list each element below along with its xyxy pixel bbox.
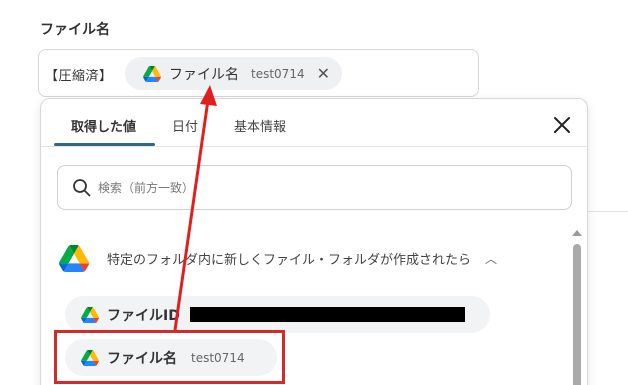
annotation-arrow xyxy=(173,85,217,331)
